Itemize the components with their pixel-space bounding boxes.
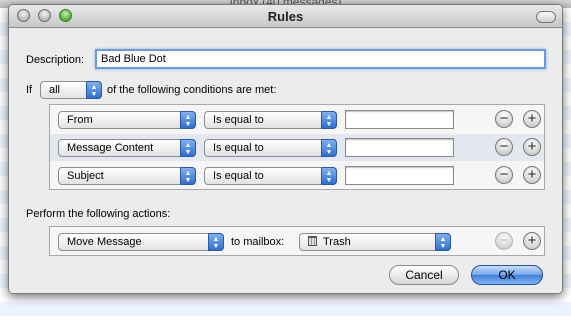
condition-value-input[interactable] xyxy=(345,110,454,129)
ok-button[interactable]: OK xyxy=(471,265,543,285)
add-condition-button[interactable]: + xyxy=(523,138,541,156)
mailbox-value: Trash xyxy=(323,236,351,248)
condition-row: Message Content ▲ ▼ Is equal to ▲ ▼ − + xyxy=(50,134,544,161)
dialog-title: Rules xyxy=(267,9,304,24)
popup-arrows-icon: ▲ ▼ xyxy=(208,233,224,251)
actions-list: Move Message ▲ ▼ to mailbox: Trash ▲ ▼ − + xyxy=(49,226,545,256)
remove-condition-button[interactable]: − xyxy=(495,138,513,156)
match-popup-value: all xyxy=(49,84,61,96)
dialog-titlebar: Rules xyxy=(9,5,562,28)
popup-arrows-icon: ▲ ▼ xyxy=(86,81,102,99)
condition-value-input[interactable] xyxy=(345,166,454,185)
action-row: Move Message ▲ ▼ to mailbox: Trash ▲ ▼ − + xyxy=(50,228,544,255)
remove-action-button[interactable]: − xyxy=(495,232,513,250)
condition-field-popup[interactable]: Subject ▲ ▼ xyxy=(58,167,196,185)
match-popup[interactable]: all ▲ ▼ xyxy=(40,81,102,99)
actions-label: Perform the following actions: xyxy=(26,208,171,220)
condition-field-popup[interactable]: Message Content ▲ ▼ xyxy=(58,139,196,157)
popup-arrows-icon: ▲ ▼ xyxy=(180,111,196,129)
toolbar-toggle-button[interactable] xyxy=(536,11,556,23)
condition-operator-popup[interactable]: Is equal to ▲ ▼ xyxy=(204,111,337,129)
if-suffix-label: of the following conditions are met: xyxy=(107,84,277,96)
description-label: Description: xyxy=(26,54,85,66)
condition-row: Subject ▲ ▼ Is equal to ▲ ▼ − + xyxy=(50,162,544,189)
popup-arrows-icon: ▲ ▼ xyxy=(435,233,451,251)
mailbox-popup[interactable]: Trash ▲ ▼ xyxy=(299,233,451,251)
popup-arrows-icon: ▲ ▼ xyxy=(321,167,337,185)
add-condition-button[interactable]: + xyxy=(523,110,541,128)
remove-condition-button[interactable]: − xyxy=(495,110,513,128)
popup-arrows-icon: ▲ ▼ xyxy=(180,167,196,185)
remove-condition-button[interactable]: − xyxy=(495,166,513,184)
condition-field-popup[interactable]: From ▲ ▼ xyxy=(58,111,196,129)
description-input[interactable]: Bad Blue Dot xyxy=(95,49,546,69)
action-type-value: Move Message xyxy=(67,236,142,248)
if-label: If xyxy=(26,84,33,96)
condition-field-value: Subject xyxy=(67,170,104,182)
action-type-popup[interactable]: Move Message ▲ ▼ xyxy=(58,233,224,251)
cancel-button[interactable]: Cancel xyxy=(389,265,459,285)
condition-field-value: Message Content xyxy=(67,142,154,154)
to-mailbox-label: to mailbox: xyxy=(231,236,285,248)
condition-value-input[interactable] xyxy=(345,138,454,157)
rules-dialog: Rules Description: Bad Blue Dot If all ▲… xyxy=(8,4,563,294)
popup-arrows-icon: ▲ ▼ xyxy=(180,139,196,157)
add-condition-button[interactable]: + xyxy=(523,166,541,184)
condition-operator-popup[interactable]: Is equal to ▲ ▼ xyxy=(204,167,337,185)
trash-icon xyxy=(308,236,317,246)
condition-operator-value: Is equal to xyxy=(213,114,264,126)
condition-operator-value: Is equal to xyxy=(213,142,264,154)
condition-operator-popup[interactable]: Is equal to ▲ ▼ xyxy=(204,139,337,157)
dialog-content: Description: Bad Blue Dot If all ▲ ▼ of t… xyxy=(9,28,562,293)
add-action-button[interactable]: + xyxy=(523,232,541,250)
condition-field-value: From xyxy=(67,114,93,126)
popup-arrows-icon: ▲ ▼ xyxy=(321,139,337,157)
conditions-list: From ▲ ▼ Is equal to ▲ ▼ − + Message Conte… xyxy=(49,104,545,190)
condition-operator-value: Is equal to xyxy=(213,170,264,182)
condition-row: From ▲ ▼ Is equal to ▲ ▼ − + xyxy=(50,106,544,133)
popup-arrows-icon: ▲ ▼ xyxy=(321,111,337,129)
